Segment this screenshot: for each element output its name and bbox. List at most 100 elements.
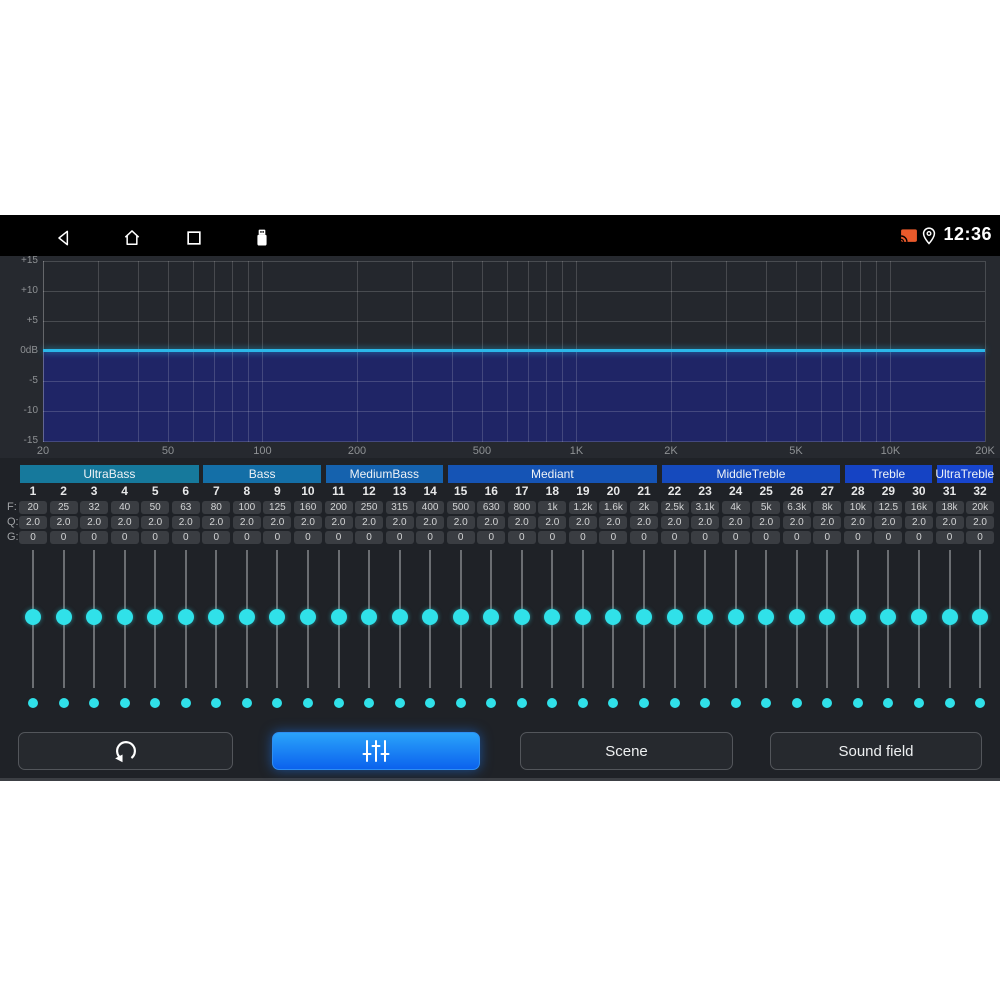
gain-value[interactable]: 0 bbox=[19, 531, 47, 544]
q-value[interactable]: 2.0 bbox=[19, 516, 47, 529]
gain-value[interactable]: 0 bbox=[293, 531, 322, 544]
q-value[interactable]: 2.0 bbox=[171, 516, 200, 529]
slider-knob[interactable] bbox=[177, 609, 194, 625]
channel-dot[interactable] bbox=[150, 698, 161, 708]
q-value[interactable]: 2.0 bbox=[630, 516, 658, 529]
q-value[interactable]: 2.0 bbox=[966, 516, 995, 529]
home-icon[interactable] bbox=[122, 228, 142, 248]
slider-knob[interactable] bbox=[727, 609, 744, 625]
slider-knob[interactable] bbox=[636, 609, 652, 625]
gain-value[interactable]: 0 bbox=[171, 531, 200, 544]
slider-knob[interactable] bbox=[605, 609, 622, 625]
slider-knob[interactable] bbox=[361, 609, 378, 625]
slider-knob[interactable] bbox=[452, 609, 469, 625]
q-value[interactable]: 2.0 bbox=[416, 516, 445, 529]
channel-dot[interactable] bbox=[975, 698, 986, 708]
band-mediant[interactable]: Mediant bbox=[447, 465, 657, 483]
freq-value[interactable]: 50 bbox=[141, 501, 170, 514]
channel-dot[interactable] bbox=[669, 698, 680, 708]
gain-value[interactable]: 0 bbox=[874, 531, 903, 544]
q-value[interactable]: 2.0 bbox=[813, 516, 842, 529]
q-value[interactable]: 2.0 bbox=[782, 516, 811, 529]
freq-value[interactable]: 18k bbox=[935, 501, 964, 514]
channel-dot[interactable] bbox=[761, 698, 772, 708]
gain-value[interactable]: 0 bbox=[80, 531, 109, 544]
freq-value[interactable]: 10k bbox=[843, 501, 872, 514]
channel-dot[interactable] bbox=[425, 698, 436, 708]
slider-knob[interactable] bbox=[483, 609, 500, 625]
gain-value[interactable]: 0 bbox=[141, 531, 170, 544]
eq-button[interactable] bbox=[272, 732, 480, 770]
slider-knob[interactable] bbox=[849, 609, 866, 625]
gain-value[interactable]: 0 bbox=[416, 531, 445, 544]
q-value[interactable]: 2.0 bbox=[538, 516, 567, 529]
channel-dot[interactable] bbox=[944, 698, 955, 708]
channel-dot[interactable] bbox=[180, 698, 191, 708]
q-value[interactable]: 2.0 bbox=[324, 516, 353, 529]
channel-dot[interactable] bbox=[272, 698, 283, 708]
slider-knob[interactable] bbox=[666, 609, 683, 625]
slider-knob[interactable] bbox=[880, 609, 897, 625]
freq-value[interactable]: 8k bbox=[813, 501, 842, 514]
q-value[interactable]: 2.0 bbox=[874, 516, 903, 529]
gain-value[interactable]: 0 bbox=[446, 531, 475, 544]
gain-value[interactable]: 0 bbox=[477, 531, 506, 544]
slider-knob[interactable] bbox=[972, 609, 989, 625]
channel-dot[interactable] bbox=[608, 698, 619, 708]
slider-knob[interactable] bbox=[697, 609, 714, 625]
gain-value[interactable]: 0 bbox=[966, 531, 995, 544]
gain-value[interactable]: 0 bbox=[232, 531, 261, 544]
slider-knob[interactable] bbox=[544, 609, 561, 625]
freq-value[interactable]: 160 bbox=[293, 501, 322, 514]
freq-value[interactable]: 1.6k bbox=[599, 501, 628, 514]
channel-dot[interactable] bbox=[547, 698, 558, 708]
reset-button[interactable] bbox=[18, 732, 233, 770]
slider-knob[interactable] bbox=[910, 609, 927, 625]
slider-knob[interactable] bbox=[269, 609, 286, 625]
q-value[interactable]: 2.0 bbox=[355, 516, 384, 529]
slider-knob[interactable] bbox=[513, 609, 530, 625]
freq-value[interactable]: 20 bbox=[19, 501, 47, 514]
channel-dot[interactable] bbox=[486, 698, 497, 708]
freq-value[interactable]: 1k bbox=[538, 501, 567, 514]
freq-value[interactable]: 12.5 bbox=[874, 501, 903, 514]
freq-value[interactable]: 16k bbox=[904, 501, 933, 514]
freq-value[interactable]: 125 bbox=[263, 501, 292, 514]
channel-dot[interactable] bbox=[364, 698, 375, 708]
freq-value[interactable]: 63 bbox=[171, 501, 200, 514]
channel-dot[interactable] bbox=[333, 698, 344, 708]
channel-dot[interactable] bbox=[516, 698, 527, 708]
freq-value[interactable]: 630 bbox=[477, 501, 506, 514]
gain-value[interactable]: 0 bbox=[935, 531, 964, 544]
slider-knob[interactable] bbox=[758, 609, 775, 625]
q-value[interactable]: 2.0 bbox=[263, 516, 292, 529]
gain-value[interactable]: 0 bbox=[568, 531, 597, 544]
q-value[interactable]: 2.0 bbox=[507, 516, 536, 529]
freq-value[interactable]: 25 bbox=[49, 501, 78, 514]
usb-icon[interactable] bbox=[252, 228, 272, 248]
freq-value[interactable]: 400 bbox=[416, 501, 445, 514]
gain-value[interactable]: 0 bbox=[691, 531, 720, 544]
band-treble[interactable]: Treble bbox=[844, 465, 932, 483]
slider-knob[interactable] bbox=[391, 609, 408, 625]
slider-knob[interactable] bbox=[574, 609, 591, 625]
freq-value[interactable]: 2k bbox=[630, 501, 658, 514]
gain-value[interactable]: 0 bbox=[324, 531, 353, 544]
slider-knob[interactable] bbox=[86, 609, 103, 625]
channel-dot[interactable] bbox=[89, 698, 100, 708]
q-value[interactable]: 2.0 bbox=[232, 516, 261, 529]
q-value[interactable]: 2.0 bbox=[141, 516, 170, 529]
freq-value[interactable]: 80 bbox=[202, 501, 231, 514]
freq-value[interactable]: 3.1k bbox=[691, 501, 720, 514]
q-value[interactable]: 2.0 bbox=[80, 516, 109, 529]
freq-value[interactable]: 4k bbox=[721, 501, 750, 514]
freq-value[interactable]: 5k bbox=[752, 501, 781, 514]
slider-knob[interactable] bbox=[299, 609, 316, 625]
channel-dot[interactable] bbox=[700, 698, 711, 708]
q-value[interactable]: 2.0 bbox=[293, 516, 322, 529]
channel-dot[interactable] bbox=[577, 698, 588, 708]
gain-value[interactable]: 0 bbox=[843, 531, 872, 544]
channel-dot[interactable] bbox=[28, 698, 38, 708]
freq-value[interactable]: 100 bbox=[232, 501, 261, 514]
band-ultratreble[interactable]: UltraTreble bbox=[935, 465, 994, 483]
